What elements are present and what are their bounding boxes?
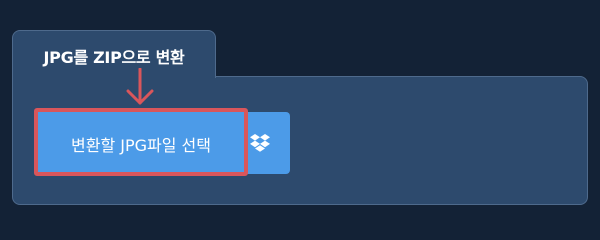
tab-jpg-to-zip[interactable]: JPG를 ZIP으로 변환 bbox=[12, 30, 216, 78]
arrow-down-icon bbox=[126, 68, 154, 105]
dropbox-icon bbox=[250, 134, 270, 152]
select-button-label: 변환할 JPG파일 선택 bbox=[71, 136, 211, 155]
tab-title: JPG를 ZIP으로 변환 bbox=[43, 48, 185, 67]
select-jpg-files-button[interactable]: 변환할 JPG파일 선택 bbox=[34, 108, 248, 176]
